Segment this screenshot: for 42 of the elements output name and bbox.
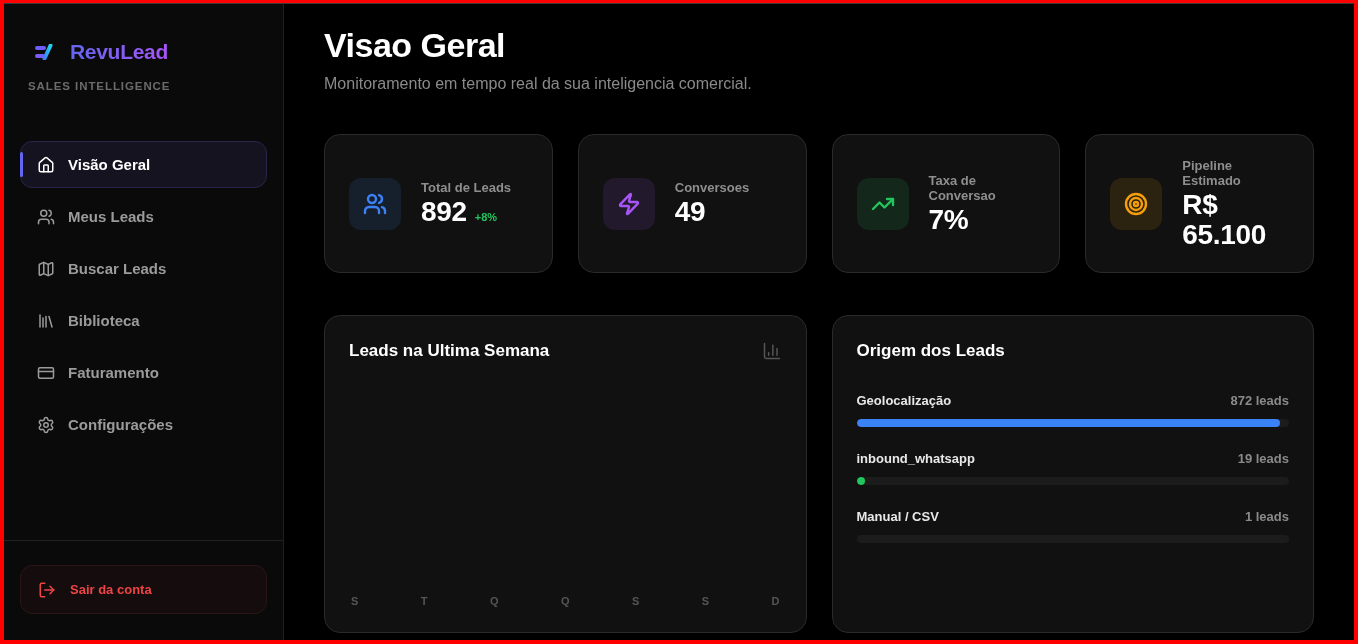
page-subtitle: Monitoramento em tempo real da sua inteligencia comercial.: [324, 74, 753, 94]
card-title: Origem dos Leads: [856, 340, 1006, 362]
axis-label: T: [420, 594, 428, 608]
card-title: Leads na Ultima Semana: [349, 340, 550, 362]
logout-button[interactable]: Sair da conta: [20, 565, 267, 614]
users-icon: [37, 207, 55, 226]
map-icon: [37, 259, 55, 278]
brand-tagline: SALES INTELLIGENCE: [28, 80, 172, 92]
nav-item[interactable]: Visão Geral: [20, 141, 267, 188]
settings-icon: [37, 415, 55, 434]
stat-value: 7%: [928, 204, 969, 235]
logout-icon: [38, 580, 56, 599]
books-icon: [37, 311, 55, 330]
source-count: 872 leads: [1230, 393, 1289, 409]
axis-label: Q: [560, 594, 570, 608]
nav-item[interactable]: Configurações: [20, 401, 267, 448]
stat-label: Total de Leads: [421, 180, 512, 195]
nav-item[interactable]: Buscar Leads: [20, 245, 267, 292]
logo-icon: [34, 44, 54, 60]
stat-label: Conversoes: [674, 180, 750, 195]
source-name: Manual / CSV: [856, 509, 939, 525]
stat-value: 892: [421, 197, 467, 227]
home-icon: [37, 155, 55, 174]
stat-label: Pipeline Estimado: [1182, 157, 1242, 188]
nav-item[interactable]: Meus Leads: [20, 193, 267, 240]
stat-value: R$ 65.100: [1182, 189, 1268, 250]
source-count: 1 leads: [1244, 509, 1289, 525]
source-name: Geolocalização: [856, 393, 952, 409]
bar-chart-icon: [761, 341, 782, 361]
stat-change: +8%: [474, 211, 498, 223]
source-count: 19 leads: [1237, 451, 1289, 467]
nav-item[interactable]: Biblioteca: [20, 297, 267, 344]
stat-label: Taxa de Conversao: [928, 172, 997, 203]
axis-label: S: [701, 594, 710, 608]
axis-label: Q: [489, 594, 499, 608]
axis-label: D: [771, 594, 780, 608]
axis-label: S: [351, 594, 359, 608]
stat-value: 49: [674, 197, 706, 227]
source-name: inbound_whatsapp: [856, 451, 975, 467]
axis-label: S: [631, 594, 640, 608]
page-title: Visao Geral: [324, 25, 506, 66]
nav-item[interactable]: Faturamento: [20, 349, 267, 396]
